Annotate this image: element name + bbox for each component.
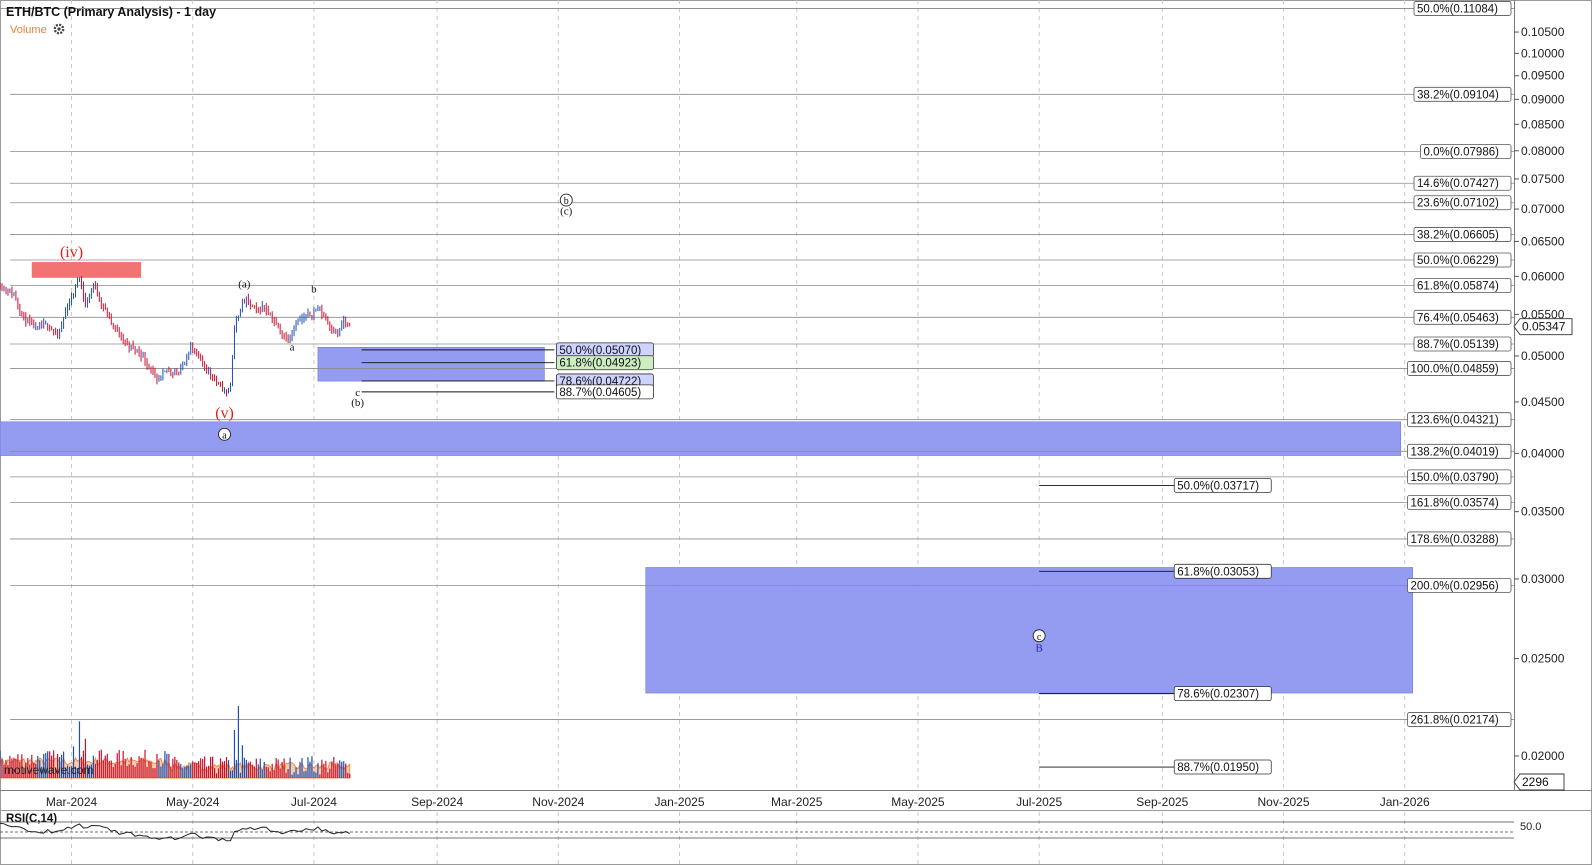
y-tick-label: 0.03500 xyxy=(1521,505,1565,519)
far-fib-label: 50.0%(0.03717) xyxy=(1177,480,1259,492)
fib-level-label: 23.6%(0.07102) xyxy=(1417,198,1499,210)
y-tick-label: 0.04500 xyxy=(1521,395,1565,409)
y-tick-label: 0.08000 xyxy=(1521,144,1565,158)
fib-level-label: 0.0%(0.07986) xyxy=(1424,147,1500,159)
y-tick-label: 0.07500 xyxy=(1521,172,1565,186)
watermark: motivewave.com xyxy=(4,763,93,777)
y-tick-label: 0.05000 xyxy=(1521,349,1565,363)
y-tick-label: 0.02000 xyxy=(1521,749,1565,763)
y-tick-label: 0.04000 xyxy=(1521,446,1565,460)
wave-label: (b) xyxy=(351,397,364,409)
y-tick-label: 0.06500 xyxy=(1521,234,1565,248)
near-fib-label: 61.8%(0.04923) xyxy=(559,358,641,370)
x-tick-label: Nov-2024 xyxy=(532,795,584,809)
near-target-zone xyxy=(317,347,545,382)
wave-label: a xyxy=(222,430,227,441)
rsi-label: RSI(C,14) xyxy=(6,813,57,825)
y-tick-label: 0.02500 xyxy=(1521,652,1565,666)
wave-label: (c) xyxy=(560,206,573,218)
far-fib-label: 61.8%(0.03053) xyxy=(1177,566,1259,578)
y-tick-label: 0.08500 xyxy=(1521,117,1565,131)
fib-level-label: 61.8%(0.05874) xyxy=(1417,281,1499,293)
x-tick-label: May-2025 xyxy=(891,795,945,809)
far-fib-label: 88.7%(0.01950) xyxy=(1177,762,1259,774)
y-tick-label: 0.07000 xyxy=(1521,202,1565,216)
wave-label: B xyxy=(1035,643,1042,655)
last-price-label: 0.05347 xyxy=(1522,320,1566,334)
fib-level-label: 178.6%(0.03288) xyxy=(1411,534,1499,546)
fib-level-label: 76.4%(0.05463) xyxy=(1417,312,1499,324)
y-tick-label: 0.06000 xyxy=(1521,269,1565,283)
fib-level-label: 88.7%(0.05139) xyxy=(1417,339,1499,351)
x-tick-label: Jul-2025 xyxy=(1016,795,1062,809)
wave-label: (iv) xyxy=(60,244,83,261)
wave-label: b xyxy=(311,284,317,296)
fib-level-label: 38.2%(0.06605) xyxy=(1417,229,1499,241)
last-volume-label: 2296 xyxy=(1522,775,1549,789)
wave-label: a xyxy=(290,342,295,354)
fib-level-label: 161.8%(0.03574) xyxy=(1411,498,1499,510)
iv-zone xyxy=(31,262,142,278)
chart-canvas: (iv)(v)a(a) bac(b)b(c)cB 50.0%(0.11084)38… xyxy=(0,0,1592,865)
x-tick-label: Sep-2024 xyxy=(411,795,463,809)
x-tick-label: Nov-2025 xyxy=(1258,795,1310,809)
fib-level-label: 200.0%(0.02956) xyxy=(1411,580,1499,592)
y-tick-label: 0.09500 xyxy=(1521,69,1565,83)
y-tick-label: 0.09000 xyxy=(1521,92,1565,106)
x-tick-label: Mar-2025 xyxy=(771,795,823,809)
volume-label[interactable]: Volume xyxy=(10,24,47,36)
x-tick-label: May-2024 xyxy=(166,795,220,809)
x-tick-label: Jul-2024 xyxy=(291,795,337,809)
wave-label: (a) xyxy=(238,278,251,290)
x-tick-label: Jan-2025 xyxy=(654,795,704,809)
wave-label: (v) xyxy=(215,405,234,422)
y-tick-label: 0.10500 xyxy=(1521,25,1565,39)
fib-level-label: 123.6%(0.04321) xyxy=(1411,415,1499,427)
fib-level-label: 100.0%(0.04859) xyxy=(1411,363,1499,375)
fib-level-label: 38.2%(0.09104) xyxy=(1417,89,1499,101)
deep-target-zone xyxy=(645,567,1413,694)
y-tick-label: 0.03000 xyxy=(1521,572,1565,586)
rsi-level-label: 50.0 xyxy=(1520,821,1541,833)
fib-level-label: 50.0%(0.11084) xyxy=(1417,3,1498,15)
far-fib-label: 78.6%(0.02307) xyxy=(1177,689,1259,701)
y-tick-label: 0.10000 xyxy=(1521,46,1565,60)
fib-level-label: 50.0%(0.06229) xyxy=(1417,255,1499,267)
support-zone xyxy=(0,421,1402,456)
fib-level-label: 150.0%(0.03790) xyxy=(1411,472,1499,484)
chart-title: ETH/BTC (Primary Analysis) - 1 day xyxy=(6,5,216,19)
near-fib-label: 50.0%(0.05070) xyxy=(559,345,641,357)
fib-level-label: 138.2%(0.04019) xyxy=(1411,446,1499,458)
x-tick-label: Jan-2026 xyxy=(1380,795,1430,809)
wave-label: c xyxy=(1037,632,1042,643)
fib-level-label: 14.6%(0.07427) xyxy=(1417,178,1499,190)
x-tick-label: Sep-2025 xyxy=(1136,795,1188,809)
near-fib-label: 88.7%(0.04605) xyxy=(559,387,641,399)
fib-level-label: 261.8%(0.02174) xyxy=(1411,715,1499,727)
x-tick-label: Mar-2024 xyxy=(46,795,98,809)
